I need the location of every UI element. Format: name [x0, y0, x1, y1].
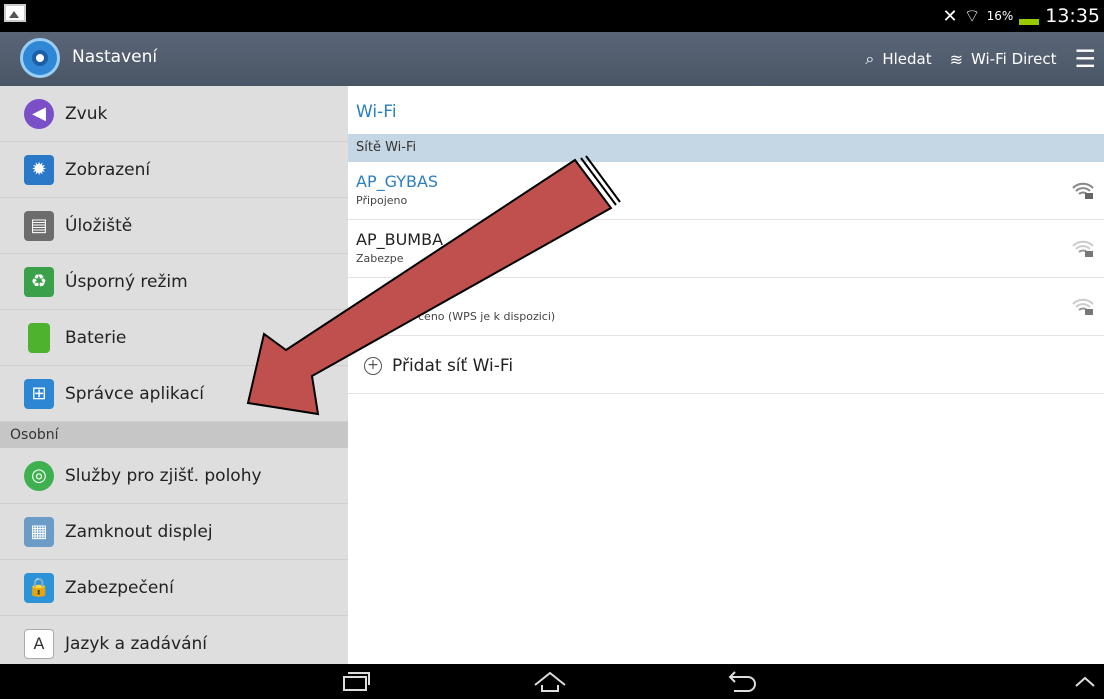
wifi-networks-header: Sítě Wi-Fi — [348, 134, 1104, 162]
wifi-status-icon: ⌔ — [963, 5, 981, 27]
sidebar-item-label: Služby pro zjišť. polohy — [65, 465, 262, 486]
sidebar-item-power-saving[interactable]: ♻ Úsporný režim — [0, 254, 348, 310]
sidebar-item-label: Zobrazení — [65, 159, 151, 180]
mute-icon: ✕ — [942, 5, 958, 27]
sidebar-item-label: Zvuk — [65, 103, 108, 124]
network-status: Zabezpe — [356, 252, 404, 265]
network-name: AP_GYBAS — [356, 172, 439, 191]
expand-button[interactable] — [1070, 668, 1100, 696]
sound-icon: ◀ — [24, 98, 54, 129]
search-icon: ⌕ — [865, 49, 875, 68]
sidebar-item-label: Zabezpečení — [65, 577, 174, 598]
sidebar-item-label: Zamknout displej — [65, 521, 213, 542]
wifi-direct-icon: ≋ — [949, 49, 964, 69]
network-status: Připojeno — [356, 194, 408, 207]
page-title: Wi-Fi — [356, 102, 397, 122]
sidebar-item-label: Úsporný režim — [65, 271, 188, 292]
battery-icon — [1019, 19, 1040, 25]
sidebar-item-display[interactable]: ✹ Zobrazení — [0, 142, 348, 198]
section-header-personal: Osobní — [0, 422, 348, 448]
status-indicators: ✕ ⌔ 16% 13:35 — [943, 2, 1100, 30]
plus-icon: + — [364, 356, 382, 375]
action-bar: Nastavení ⌕ Hledat ≋ Wi-Fi Direct ☰ — [0, 32, 1104, 86]
security-icon: 🔒 — [24, 572, 54, 603]
wifi-direct-label: Wi-Fi Direct — [971, 50, 1057, 68]
navigation-bar — [0, 664, 1104, 699]
clock: 13:35 — [1045, 5, 1100, 27]
wifi-network-item[interactable]: čeno (WPS je k dispozici) — [348, 278, 1104, 336]
chevron-up-icon — [1075, 676, 1095, 687]
settings-gear-icon[interactable] — [20, 38, 60, 78]
add-network-label: Přidat síť Wi-Fi — [392, 355, 514, 376]
wifi-locked-icon — [1072, 182, 1094, 199]
network-status: čeno (WPS je k dispozici) — [418, 310, 556, 323]
back-icon — [728, 671, 756, 692]
gallery-notification-icon — [4, 4, 26, 22]
sidebar-item-label: Správce aplikací — [65, 383, 204, 404]
recent-apps-button[interactable] — [336, 668, 376, 696]
wifi-locked-icon — [1072, 298, 1094, 315]
search-button[interactable]: ⌕ Hledat — [865, 49, 931, 69]
battery-icon — [28, 322, 50, 353]
app-title: Nastavení — [72, 47, 158, 67]
display-icon: ✹ — [24, 154, 54, 185]
wifi-network-item[interactable]: AP_BUMBA Zabezpe — [348, 220, 1104, 278]
home-icon — [534, 671, 566, 692]
wifi-locked-icon — [1072, 240, 1094, 257]
network-name: AP_BUMBA — [356, 230, 444, 249]
wifi-pane: Wi-Fi Sítě Wi-Fi AP_GYBAS Připojeno AP_B… — [348, 86, 1104, 664]
language-icon: A — [24, 628, 54, 659]
battery-percentage: 16% — [986, 9, 1014, 23]
sidebar-item-battery[interactable]: Baterie — [0, 310, 348, 366]
sidebar-item-sound[interactable]: ◀ Zvuk — [0, 86, 348, 142]
recent-apps-icon — [343, 672, 370, 691]
status-bar: ✕ ⌔ 16% 13:35 — [0, 0, 1104, 32]
back-button[interactable] — [722, 668, 762, 696]
storage-icon: ▤ — [24, 210, 54, 241]
sidebar-item-security[interactable]: 🔒 Zabezpečení — [0, 560, 348, 616]
wifi-direct-button[interactable]: ≋ Wi-Fi Direct — [950, 50, 1057, 69]
settings-sidebar: ◀ Zvuk ✹ Zobrazení ▤ Úložiště ♻ Úsporný … — [0, 86, 348, 664]
wifi-network-item[interactable]: AP_GYBAS Připojeno — [348, 162, 1104, 220]
add-wifi-network-button[interactable]: + Přidat síť Wi-Fi — [348, 338, 1104, 394]
home-button[interactable] — [530, 668, 570, 696]
sidebar-item-language[interactable]: A Jazyk a zadávání — [0, 616, 348, 664]
app-manager-icon: ⊞ — [24, 378, 54, 409]
lock-screen-icon: ▦ — [24, 516, 54, 547]
sidebar-item-storage[interactable]: ▤ Úložiště — [0, 198, 348, 254]
sidebar-item-label: Baterie — [65, 327, 127, 348]
power-saving-icon: ♻ — [24, 266, 54, 297]
sidebar-item-label: Úložiště — [65, 215, 133, 236]
search-label: Hledat — [882, 50, 932, 68]
sidebar-item-location[interactable]: ◎ Služby pro zjišť. polohy — [0, 448, 348, 504]
sidebar-item-label: Jazyk a zadávání — [65, 633, 208, 654]
location-icon: ◎ — [24, 460, 54, 491]
overflow-menu-icon[interactable]: ☰ — [1074, 45, 1096, 73]
sidebar-item-lock-screen[interactable]: ▦ Zamknout displej — [0, 504, 348, 560]
sidebar-item-app-manager[interactable]: ⊞ Správce aplikací — [0, 366, 348, 422]
